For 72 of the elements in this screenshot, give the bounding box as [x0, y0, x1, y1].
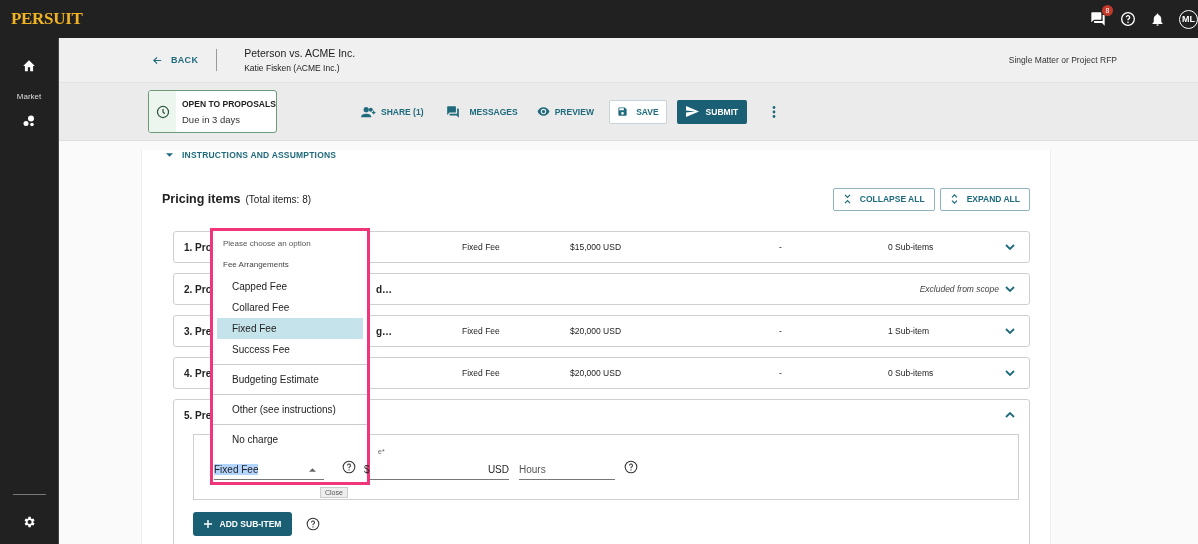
- matter-subtitle: Katie Fisken (ACME Inc.): [244, 63, 341, 73]
- expand-all-button[interactable]: EXPAND ALL: [939, 187, 1030, 211]
- item-value: -: [779, 326, 782, 336]
- fee-type: Fixed Fee: [462, 368, 500, 378]
- arrow-left-icon: [152, 54, 163, 66]
- send-icon: [685, 106, 699, 117]
- currency-code: USD: [487, 464, 509, 475]
- home-icon[interactable]: [22, 59, 36, 72]
- person-add-icon: [361, 105, 376, 118]
- item-title: 4. Pre: [184, 367, 212, 379]
- collapse-all-button[interactable]: COLLAPSE ALL: [832, 187, 935, 211]
- chevron-down-icon[interactable]: [1005, 328, 1015, 334]
- messages-button[interactable]: MESSAGES: [445, 104, 518, 119]
- chat-icon: [445, 104, 460, 119]
- more-options-icon[interactable]: [771, 105, 776, 118]
- status-label: OPEN TO PROPOSALS: [182, 98, 276, 109]
- plus-icon: [203, 520, 212, 528]
- chevron-down-icon[interactable]: [1005, 370, 1015, 376]
- dropdown-prompt: Please choose an option: [223, 239, 312, 248]
- chat-icon[interactable]: [1090, 11, 1106, 27]
- settings-icon[interactable]: [22, 515, 36, 529]
- dropdown-option[interactable]: Capped Fee: [217, 276, 363, 297]
- help-icon[interactable]: [342, 460, 356, 474]
- save-button[interactable]: SAVE: [608, 99, 667, 124]
- currency-symbol: $: [364, 464, 370, 475]
- add-sub-item-button[interactable]: ADD SUB-ITEM: [193, 512, 292, 536]
- dots-icon[interactable]: [23, 115, 35, 127]
- preview-button[interactable]: PREVIEW: [536, 106, 594, 117]
- selected-text: Fixed Fee: [214, 464, 259, 475]
- eye-icon: [536, 107, 550, 116]
- item-price: $15,000 USD: [570, 242, 622, 252]
- item-value: -: [779, 242, 782, 252]
- item-count: (Total items: 8): [245, 193, 312, 205]
- back-button[interactable]: BACK: [152, 54, 199, 66]
- expand-icon: [950, 194, 958, 204]
- item-title: d…: [375, 283, 392, 295]
- dropdown-option[interactable]: Other (see instructions): [217, 399, 363, 420]
- chevron-down-icon[interactable]: [1005, 244, 1015, 250]
- fee-type: Fixed Fee: [462, 242, 500, 252]
- option-group-label: Fee Arrangements: [223, 260, 290, 269]
- item-value: -: [779, 368, 782, 378]
- submit-button[interactable]: SUBMIT: [676, 99, 747, 124]
- help-icon[interactable]: [624, 460, 638, 474]
- matter-title: Peterson vs. ACME Inc.: [244, 47, 356, 59]
- dropdown-option[interactable]: Fixed Fee: [217, 318, 363, 339]
- sidebar-label: Market: [16, 92, 42, 101]
- collapse-icon: [843, 194, 851, 204]
- sub-item-count: 1 Sub-item: [888, 326, 930, 336]
- section-title: Pricing items: [162, 192, 241, 206]
- rfp-type: Single Matter or Project RFP: [1008, 55, 1117, 65]
- scope-note: Excluded from scope: [919, 284, 999, 294]
- chevron-down-icon[interactable]: [1005, 286, 1015, 292]
- item-price: $20,000 USD: [570, 368, 622, 378]
- sub-item-count: 0 Sub-items: [888, 242, 934, 252]
- caret-down-icon: [166, 153, 173, 157]
- share-button[interactable]: SHARE (1): [361, 105, 424, 118]
- dropdown-option[interactable]: Budgeting Estimate: [217, 369, 363, 390]
- item-price: $20,000 USD: [570, 326, 622, 336]
- caret-up-icon: [309, 467, 316, 472]
- chevron-up-icon[interactable]: [1005, 412, 1015, 418]
- sub-item-count: 0 Sub-items: [888, 368, 934, 378]
- dropdown-option[interactable]: No charge: [217, 429, 363, 450]
- due-date: Due in 3 days: [182, 113, 242, 125]
- fee-type: Fixed Fee: [462, 326, 500, 336]
- instructions-toggle[interactable]: INSTRUCTIONS AND ASSUMPTIONS: [166, 150, 337, 160]
- help-icon[interactable]: [306, 517, 320, 531]
- item-title: 3. Pre: [184, 325, 212, 337]
- item-title: 5. Pre: [184, 409, 212, 421]
- clock-icon: [155, 104, 170, 119]
- brand-logo[interactable]: PERSUIT: [11, 9, 83, 29]
- bell-icon[interactable]: [1150, 11, 1165, 27]
- item-title: g…: [375, 325, 392, 337]
